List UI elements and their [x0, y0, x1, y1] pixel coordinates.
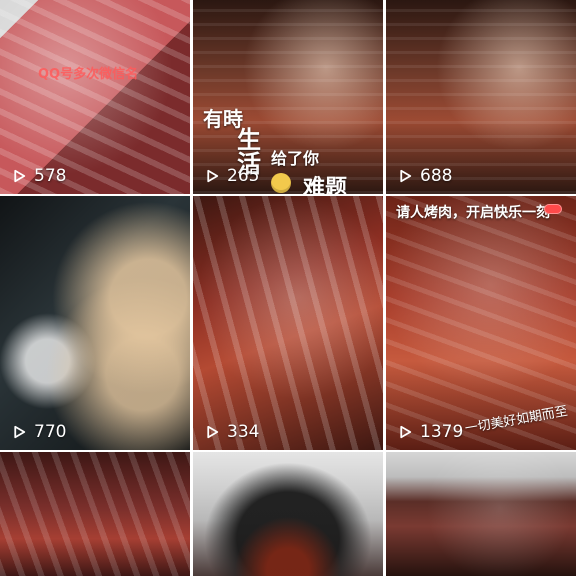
play-icon: [10, 423, 28, 441]
top-caption: 请人烤肉，开启快乐一刻: [396, 205, 550, 221]
view-count: 265: [203, 166, 259, 186]
thumbnail: [0, 196, 190, 450]
thumbnail: [193, 452, 383, 576]
watermark-text: QQ号多次微信名: [38, 67, 139, 82]
play-icon: [396, 167, 414, 185]
video-tile[interactable]: 334: [193, 196, 383, 450]
video-tile[interactable]: 有時 生 活 给了你 难题 265: [193, 0, 383, 194]
views-number: 1379: [420, 422, 464, 442]
play-icon: [203, 167, 221, 185]
emoji-face-icon: [271, 173, 291, 193]
thumbnail: [193, 196, 383, 450]
views-number: 578: [34, 166, 67, 186]
video-grid: QQ号多次微信名 578 有時 生 活 给了你 难题 265 688 770 3…: [0, 0, 576, 576]
views-number: 334: [227, 422, 260, 442]
view-count: 688: [396, 166, 452, 186]
video-tile[interactable]: [386, 452, 576, 576]
lips-icon: [544, 204, 562, 214]
play-icon: [203, 423, 221, 441]
thumbnail: [386, 452, 576, 576]
video-tile[interactable]: [193, 452, 383, 576]
thumbnail: [0, 0, 190, 194]
overlay-text-4: 给了你: [271, 149, 320, 168]
view-count: 334: [203, 422, 259, 442]
video-tile[interactable]: 770: [0, 196, 190, 450]
views-number: 265: [227, 166, 260, 186]
play-icon: [10, 167, 28, 185]
view-count: 770: [10, 422, 66, 442]
thumbnail: [0, 452, 190, 576]
overlay-text-5: 难题: [303, 176, 348, 194]
play-icon: [396, 423, 414, 441]
thumbnail: [386, 0, 576, 194]
view-count: 1379: [396, 422, 463, 442]
video-tile[interactable]: QQ号多次微信名 578: [0, 0, 190, 194]
video-tile[interactable]: 请人烤肉，开启快乐一刻 一切美好如期而至 1379: [386, 196, 576, 450]
views-number: 688: [420, 166, 453, 186]
view-count: 578: [10, 166, 66, 186]
video-tile[interactable]: 688: [386, 0, 576, 194]
video-tile[interactable]: [0, 452, 190, 576]
views-number: 770: [34, 422, 67, 442]
